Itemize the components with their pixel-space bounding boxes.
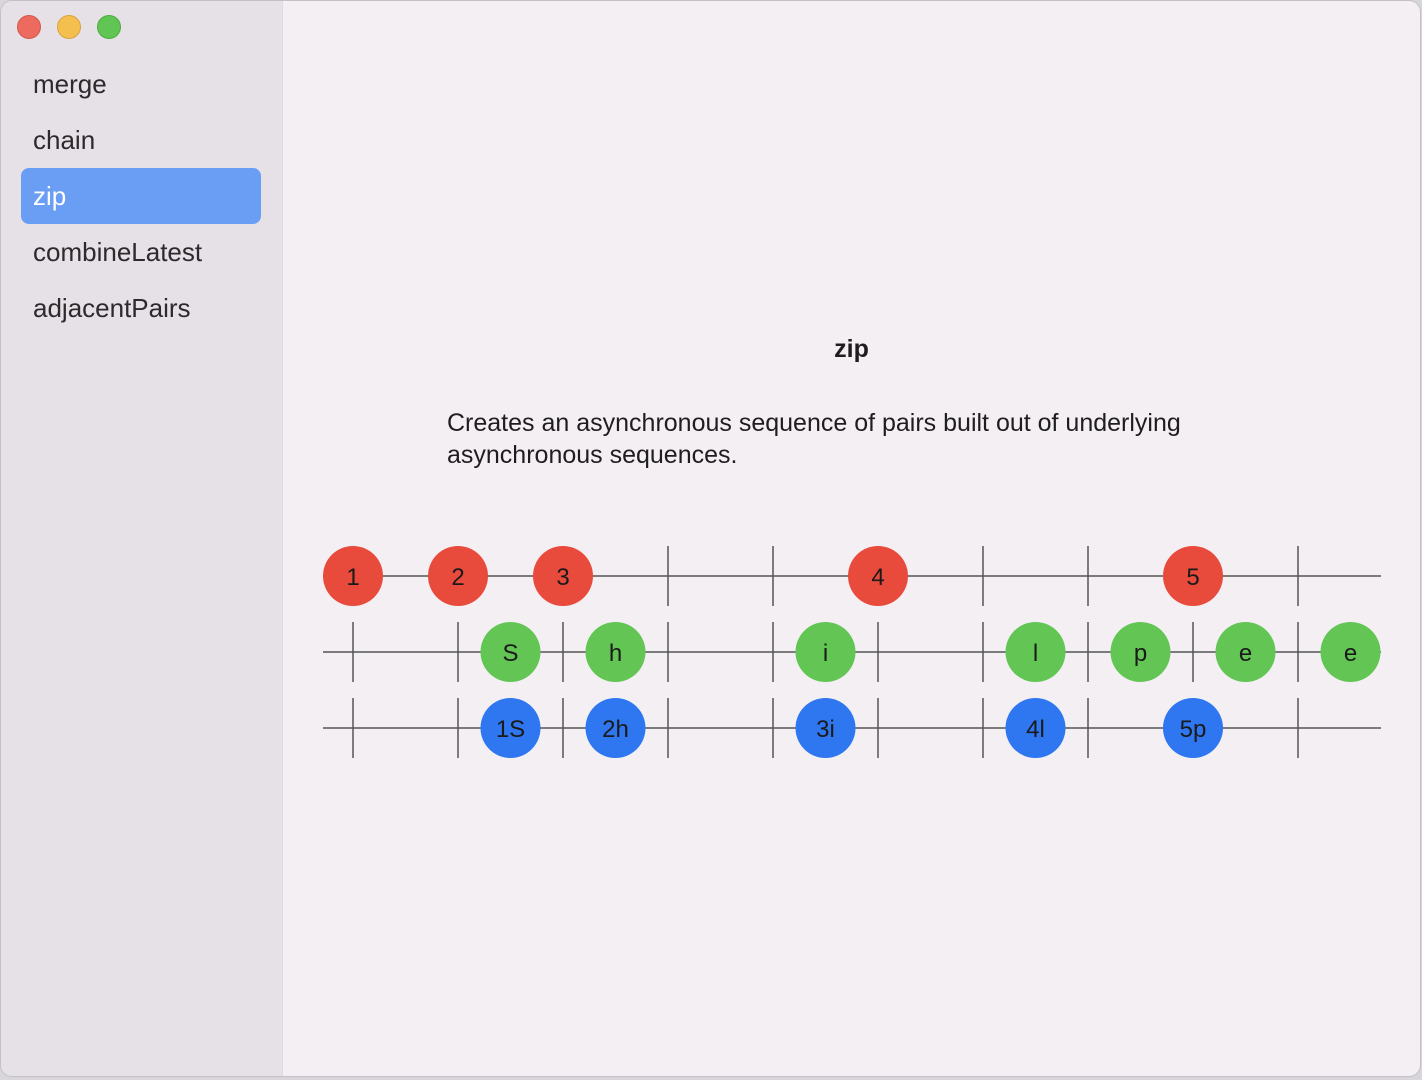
marble-label: 5p xyxy=(1180,716,1207,743)
marble-input-2: p xyxy=(1110,622,1171,682)
marble-label: l xyxy=(1033,640,1038,667)
marble-label: 1 xyxy=(346,564,359,591)
marble-label: 1S xyxy=(496,716,525,743)
marble-label: e xyxy=(1344,640,1357,667)
marble-input-1: 5 xyxy=(1163,546,1223,606)
marble-input-2: i xyxy=(795,622,856,682)
row-input-2: Sh i l p e e xyxy=(323,622,1381,682)
marble-output: 3i xyxy=(795,698,856,758)
sidebar-item-chain[interactable]: chain xyxy=(21,112,261,168)
marble-input-1: 3 xyxy=(533,546,593,606)
sidebar: merge chain zip combineLatest adjacentPa… xyxy=(1,1,283,1076)
marble-diagram: 1 2 3 4 5 S h i l p e e 1S 2h 3i 4l 5p xyxy=(323,546,1381,758)
marble-input-2: h xyxy=(585,622,646,682)
marble-label: e xyxy=(1239,640,1252,667)
marble-output: 5p xyxy=(1163,698,1223,758)
marble-label: 5 xyxy=(1186,564,1199,591)
marble-label: S xyxy=(502,640,518,667)
marble-label: p xyxy=(1134,640,1147,667)
sidebar-item-merge[interactable]: merge xyxy=(21,56,261,112)
sidebar-item-combinelatest[interactable]: combineLatest xyxy=(21,224,261,280)
maximize-window-button[interactable] xyxy=(97,15,121,39)
sidebar-list: merge chain zip combineLatest adjacentPa… xyxy=(21,56,261,336)
marble-label: 3 xyxy=(556,564,569,591)
marble-label: i xyxy=(823,640,828,667)
marble-input-1: 4 xyxy=(848,546,908,606)
marble-input-2: l xyxy=(1005,622,1066,682)
marble-input-2: e xyxy=(1215,622,1276,682)
marble-output: 2h xyxy=(585,698,646,758)
detail-pane: zip Creates an asynchronous sequence of … xyxy=(283,1,1420,1076)
marble-label: 4l xyxy=(1026,716,1045,743)
marble-input-1: 2 xyxy=(428,546,488,606)
app-window: merge chain zip combineLatest adjacentPa… xyxy=(0,0,1421,1077)
marble-label: 4 xyxy=(871,564,884,591)
marble-input-1: 1 xyxy=(323,546,383,606)
marble-input-2: e xyxy=(1320,622,1381,682)
marble-label: h xyxy=(609,640,622,667)
marble-label: 3i xyxy=(816,716,835,743)
marble-label: 2h xyxy=(602,716,629,743)
sidebar-item-zip[interactable]: zip xyxy=(21,168,261,224)
marble-output: 1S xyxy=(480,698,541,758)
close-window-button[interactable] xyxy=(17,15,41,39)
row-input-1: 1 2 3 4 5 xyxy=(323,546,1381,606)
row-output: 1S 2h 3i 4l 5p xyxy=(323,698,1381,758)
marble-label: 2 xyxy=(451,564,464,591)
sidebar-item-adjacentpairs[interactable]: adjacentPairs xyxy=(21,280,261,336)
marble-input-2: S xyxy=(480,622,541,682)
marble-output: 4l xyxy=(1005,698,1066,758)
minimize-window-button[interactable] xyxy=(57,15,81,39)
